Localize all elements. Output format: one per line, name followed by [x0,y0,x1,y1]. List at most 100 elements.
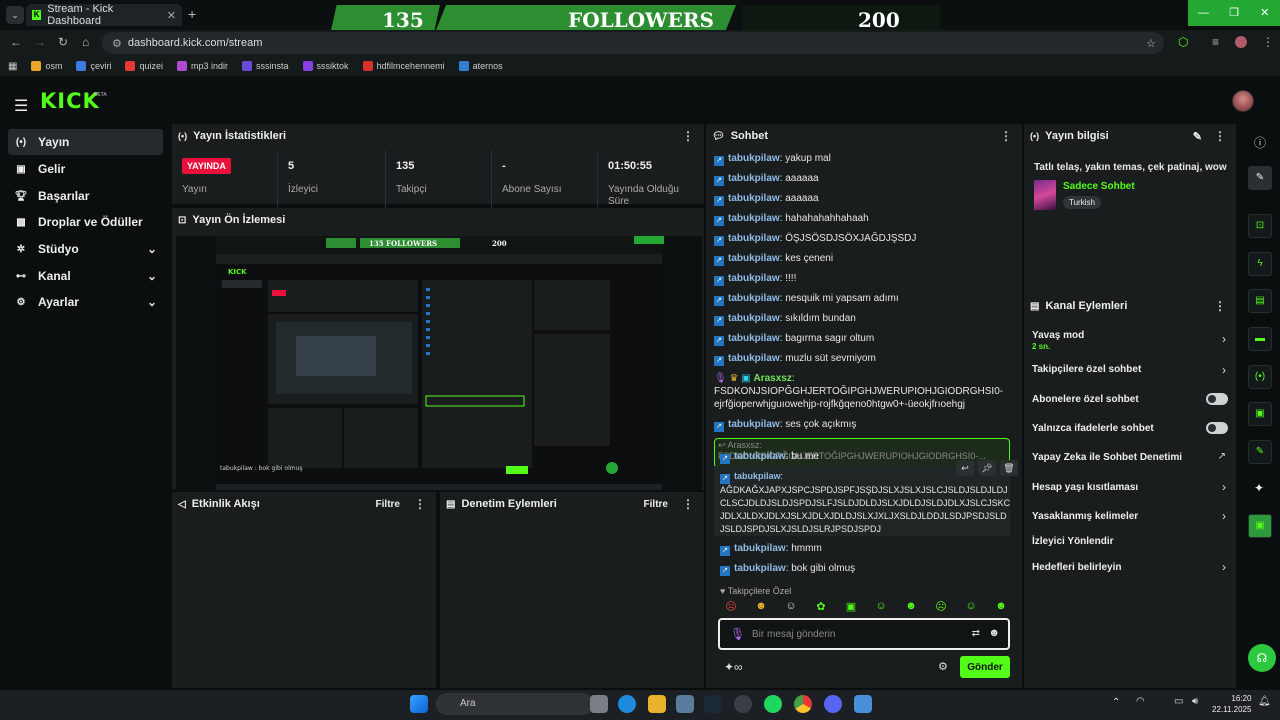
infinity-icon[interactable]: ✦∞ [724,660,743,674]
emote-icon[interactable]: ☻ [900,600,922,616]
chat-input[interactable]: 🎙︎ Bir mesaj gönderin ⇄ ☻ [718,618,1010,650]
emote-icon[interactable]: ☹ [930,600,952,616]
delete-icon[interactable]: 🗑︎ [1000,460,1018,476]
site-info-icon[interactable]: ⚙ [112,37,122,50]
browser-tab[interactable]: K Stream - Kick Dashboard ✕ [26,3,182,27]
discord-icon[interactable] [824,695,842,713]
reply-icon[interactable]: ↩ [956,460,974,476]
emote-icon[interactable]: ▣ [840,600,862,616]
network-icon[interactable]: ▭ [1174,696,1183,707]
back-icon[interactable]: ← [10,35,22,49]
info-icon[interactable]: ⓘ [1254,134,1266,151]
chat-message[interactable]: ↗ tabukpilaw: muzlu süt sevmiyom [714,352,1006,366]
dots-cluster-icon[interactable]: ✦ [1254,481,1264,495]
chevron-right-icon[interactable]: › [1222,332,1226,346]
capture-icon[interactable]: ⊡ [1248,214,1272,238]
pin-icon[interactable]: 📌︎ [978,460,996,476]
bookmark-hdfilm[interactable]: hdfilmcehennemi [362,61,445,71]
bookmark-sssinsta[interactable]: sssinsta [242,61,289,71]
microphone-icon[interactable]: 🎙︎ [730,627,745,641]
more-options-icon[interactable]: ⋮ [682,497,694,511]
chat-message[interactable]: ↗ tabukpilaw: aaaaaa [714,172,1006,186]
more-options-icon[interactable]: ⋮ [682,129,694,143]
chat-message[interactable]: ↗ tabukpilaw: sıkıldım bundan [714,312,1006,326]
bookmark-aternos[interactable]: aternos [458,61,503,71]
emoji-icon[interactable]: ☻ [988,627,1000,639]
edge-icon[interactable] [618,695,636,713]
more-options-icon[interactable]: ⋮ [1214,129,1226,143]
emote-icon[interactable]: ☺ [960,600,982,616]
forward-icon[interactable]: → [34,35,46,49]
reading-list-icon[interactable]: ≡ [1212,35,1219,49]
menu-icon[interactable]: ☰ [14,96,28,116]
volume-icon[interactable]: 🔊︎ [1192,696,1198,707]
home-icon[interactable]: ⌂ [82,35,89,49]
chat-message[interactable]: ↗ tabukpilaw: hmmm [720,542,1012,556]
moderation-filter-button[interactable]: Filtre [644,499,668,510]
bookmark-ceviri[interactable]: çeviri [76,61,111,71]
windows-start-icon[interactable] [410,695,428,713]
long-chat-message[interactable]: ↗ tabukpilaw: AĞDKAĞXJAPXJSPCJSPDJSPFJSŞD… [720,470,1012,536]
emote-icon[interactable]: ✿ [810,600,832,616]
apps-grid-icon[interactable]: ▦ [8,61,17,72]
goals-label[interactable]: Hedefleri belirleyin [1032,562,1121,573]
sidebar-item-basarilar[interactable]: 🏆︎ Başarılar [8,183,163,209]
activity-filter-button[interactable]: Filtre [376,499,400,510]
kick-logo[interactable]: KICK [40,89,100,113]
tab-list-button[interactable]: ⌄ [6,6,24,24]
file-explorer-icon[interactable] [648,695,666,713]
chat-message[interactable]: ↗ tabukpilaw: nesquik mi yapsam adımı [714,292,1006,306]
lightning-icon[interactable]: ϟ [1248,252,1272,276]
wifi-icon[interactable]: ◠ [1136,696,1145,707]
document-icon[interactable]: ▤ [1248,289,1272,313]
emote-chat-toggle[interactable] [1206,422,1228,434]
new-tab-button[interactable]: + [188,6,196,22]
bookmark-star-icon[interactable]: ☆ [1146,37,1156,50]
sidebar-item-droplar[interactable]: ▩ Droplar ve Ödüller [8,209,163,235]
close-window-button[interactable]: ✕ [1249,0,1280,26]
taskbar-search[interactable]: Ara [436,693,594,715]
chat-message-arasxsz[interactable]: 🎙︎ ♛ ▣ Arasxsz: FSDKONJSIOPĞGHJERTOĞIPGH… [714,372,1006,411]
broadcast-icon[interactable]: (•) [1248,365,1272,389]
sidebar-item-kanal[interactable]: ⊷ Kanal ⌄ [8,263,163,289]
more-options-icon[interactable]: ⋮ [414,497,426,511]
send-button[interactable]: Gönder [960,656,1010,678]
extension-icon[interactable]: ⬡ [1178,35,1188,49]
more-options-icon[interactable]: ⋮ [1214,299,1226,313]
chevron-right-icon[interactable]: › [1222,560,1226,574]
browser-menu-icon[interactable]: ⋮ [1262,35,1274,49]
close-tab-icon[interactable]: ✕ [167,9,176,22]
chat-message[interactable]: ↗ tabukpilaw: ses çok açıkmış [714,418,1006,432]
profile-avatar-icon[interactable] [1235,36,1247,48]
chat-message[interactable]: ↗ tabukpilaw: yakup mal [714,152,1006,166]
chat-message[interactable]: ↗ tabukpilaw: bok gibi olmuş [720,562,1012,576]
category-thumbnail[interactable] [1034,180,1056,210]
followers-chat-label[interactable]: Takipçilere özel sohbet [1032,364,1141,375]
taskbar-clock[interactable]: 16:20 22.11.2025 [1212,693,1251,715]
user-avatar[interactable] [1232,90,1254,112]
chrome-icon[interactable] [794,695,812,713]
bookmark-sssiktok[interactable]: sssiktok [302,61,349,71]
chat-message[interactable]: ↗ tabukpilaw: aaaaaa [714,192,1006,206]
bookmark-osm[interactable]: osm [31,61,62,71]
slow-mode-label[interactable]: Yavaş mod [1032,330,1084,341]
subs-chat-toggle[interactable] [1206,393,1228,405]
redirect-label[interactable]: İzleyici Yönlendir [1032,536,1114,547]
chat-message[interactable]: ↗ tabukpilaw: ÖŞJSÖSDJSÖXJAĞDJŞSDJ [714,232,1006,246]
emote-icon[interactable]: ☻ [750,600,772,616]
emote-icon[interactable]: ☹ [720,600,742,616]
address-bar[interactable]: ⚙ dashboard.kick.com/stream ☆ [102,32,1164,54]
banned-words-label[interactable]: Yasaklanmış kelimeler [1032,511,1138,522]
emote-icon[interactable]: ☺ [780,600,802,616]
save-icon[interactable]: ▣ [1248,402,1272,426]
green-app-icon[interactable]: ▣ [1248,514,1272,538]
maximize-button[interactable]: ❐ [1219,0,1250,26]
account-age-label[interactable]: Hesap yaşı kısıtlaması [1032,482,1138,493]
sidebar-item-ayarlar[interactable]: ⚙ Ayarlar ⌄ [8,289,163,315]
minimize-button[interactable]: — [1188,0,1219,26]
app-icon[interactable] [854,695,872,713]
task-view-icon[interactable] [590,695,608,713]
category-name[interactable]: Sadece Sohbet [1063,181,1135,192]
edit-icon[interactable]: ✎ [1248,166,1272,190]
ai-moderation-label[interactable]: Yapay Zeka ile Sohbet Denetimi [1032,452,1182,463]
